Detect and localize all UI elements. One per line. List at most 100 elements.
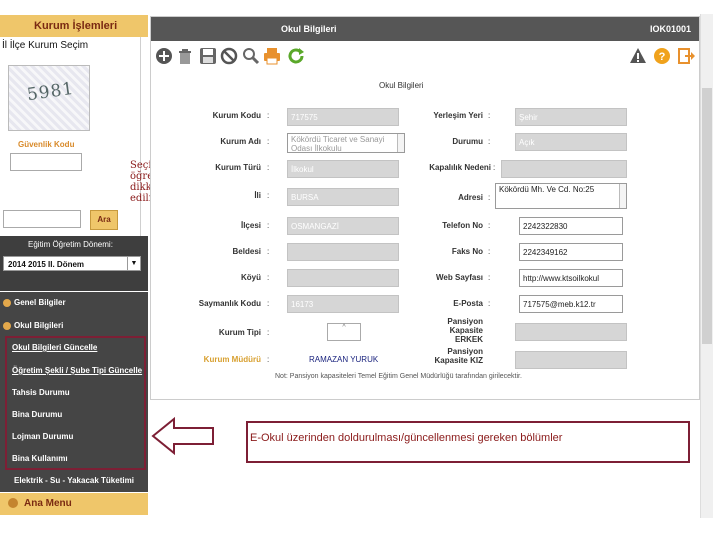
- menu-item-general-info[interactable]: Genel Bilgiler: [3, 298, 151, 307]
- label-beldesi: Beldesi: [232, 247, 261, 256]
- warning-icon[interactable]: [629, 47, 647, 65]
- menu-item-label: Okul Bilgileri: [14, 321, 64, 330]
- label-adresi: Adresi: [458, 193, 483, 202]
- page-scrollbar[interactable]: [700, 14, 713, 518]
- submenu-utility-consumption[interactable]: Elektrik - Su - Yakacak Tüketimi: [14, 476, 134, 485]
- colon: :: [267, 163, 270, 172]
- eokul-note-text: E-Okul üzerinden doldurulması/güncellenm…: [250, 432, 563, 444]
- menu-item-school-info[interactable]: Okul Bilgileri: [3, 321, 151, 330]
- colon: :: [488, 273, 491, 282]
- label-kurum-turu: Kurum Türü: [215, 163, 261, 172]
- colon: :: [488, 247, 491, 256]
- field-yerlesim-yeri[interactable]: Şehir: [515, 108, 627, 126]
- label-ili: İli: [254, 191, 261, 200]
- label-kurum-kodu: Kurum Kodu: [212, 111, 261, 120]
- label-kurum-muduru: Kurum Müdürü: [203, 355, 261, 364]
- svg-text:?: ?: [659, 51, 666, 63]
- field-kurum-muduru: RAMAZAN YURUK: [309, 355, 379, 364]
- label-pansiyon-erkek: Pansiyon Kapasite ERKEK: [447, 317, 483, 344]
- field-web-sayfasi[interactable]: http://www.ktsoilkokul: [519, 269, 623, 287]
- main-menu-button[interactable]: Ana Menu: [0, 493, 148, 515]
- field-adresi[interactable]: Kökördü Mh. Ve Cd. No:25: [495, 183, 627, 209]
- search-icon[interactable]: [242, 47, 260, 65]
- scope-title: İl İlçe Kurum Seçim: [2, 40, 89, 51]
- field-telefon-no[interactable]: 2242322830: [519, 217, 623, 235]
- bullet-icon: [8, 498, 18, 509]
- field-kurum-kodu[interactable]: 717575: [287, 108, 399, 126]
- security-code-input[interactable]: [10, 153, 82, 171]
- colon: :: [267, 328, 270, 337]
- arrow-left-outline-icon: [151, 416, 214, 456]
- colon: :: [493, 163, 496, 172]
- term-select[interactable]: 2014 2015 II. Dönem ▼: [3, 256, 141, 271]
- section-title: Okul Bilgileri: [379, 81, 424, 90]
- field-saymanlik-kodu[interactable]: 16173: [287, 295, 399, 313]
- label-kapalilik-nedeni: Kapalılık Nedeni: [429, 163, 491, 172]
- term-label: Eğitim Öğretim Dönemi:: [28, 240, 113, 249]
- eokul-note-box: E-Okul üzerinden doldurulması/güncellenm…: [246, 421, 690, 463]
- label-saymanlik-kodu: Saymanlık Kodu: [198, 299, 261, 308]
- save-icon[interactable]: [199, 47, 217, 65]
- colon: :: [267, 355, 270, 364]
- field-durumu[interactable]: Açık: [515, 133, 627, 151]
- kurum-tipi-select[interactable]: ^: [327, 323, 361, 341]
- main-menu-label: Ana Menu: [24, 498, 72, 509]
- field-faks-no[interactable]: 2242349162: [519, 243, 623, 261]
- label-yerlesim-yeri: Yerleşim Yeri: [433, 111, 483, 120]
- colon: :: [267, 221, 270, 230]
- label-pansiyon-kiz: Pansiyon Kapasite KIZ: [434, 347, 483, 365]
- bullet-icon: [3, 321, 11, 330]
- menu-item-label: Genel Bilgiler: [14, 298, 66, 307]
- chevron-down-icon: ▼: [127, 257, 140, 270]
- label-kurum-tipi: Kurum Tipi: [218, 328, 261, 337]
- scrollbar[interactable]: [397, 134, 404, 152]
- field-beldesi[interactable]: [287, 243, 399, 261]
- colon: :: [267, 299, 270, 308]
- label-faks-no: Faks No: [451, 247, 483, 256]
- toolbar: ?: [151, 41, 699, 71]
- label-web-sayfasi: Web Sayfası: [436, 273, 483, 282]
- trash-icon[interactable]: [176, 47, 194, 65]
- colon: :: [267, 111, 270, 120]
- field-adresi-value: Kökördü Mh. Ve Cd. No:25: [499, 185, 595, 194]
- field-ilcesi[interactable]: OSMANGAZİ: [287, 217, 399, 235]
- captcha-image: 5981: [8, 65, 90, 131]
- label-ilcesi: İlçesi: [240, 221, 261, 230]
- scrollbar[interactable]: [619, 184, 626, 208]
- cancel-icon[interactable]: [220, 47, 238, 65]
- screen-code: IOK01001: [649, 24, 691, 34]
- refresh-icon[interactable]: [287, 47, 305, 65]
- field-ili[interactable]: BURSA: [287, 188, 399, 206]
- colon: :: [488, 111, 491, 120]
- colon: :: [488, 221, 491, 230]
- field-koyu[interactable]: [287, 269, 399, 287]
- field-e-posta[interactable]: 717575@meb.k12.tr: [519, 295, 623, 313]
- field-kurum-turu[interactable]: İlkokul: [287, 160, 399, 178]
- colon: :: [488, 137, 491, 146]
- label-koyu: Köyü: [241, 273, 261, 282]
- colon: :: [267, 273, 270, 282]
- field-kapalilik-nedeni[interactable]: [501, 160, 627, 178]
- help-icon[interactable]: ?: [653, 47, 671, 65]
- page-title: Okul Bilgileri: [281, 24, 337, 34]
- main-panel: Okul Bilgileri IOK01001 ? Okul Bilgileri…: [150, 16, 700, 400]
- field-pansiyon-kiz[interactable]: [515, 351, 627, 369]
- colon: :: [267, 191, 270, 200]
- field-pansiyon-erkek[interactable]: [515, 323, 627, 341]
- scrollbar-thumb[interactable]: [702, 88, 712, 344]
- submenu-highlight-box: [5, 336, 146, 470]
- add-icon[interactable]: [155, 47, 173, 65]
- security-code-label: Güvenlik Kodu: [18, 140, 75, 149]
- field-kurum-adi-value: Kökördü Ticaret ve Sanayi Odası İlkokulu: [291, 135, 385, 153]
- search-input[interactable]: [3, 210, 81, 228]
- label-kurum-adi: Kurum Adı: [220, 137, 261, 146]
- sidebar-header: Kurum İşlemleri: [0, 15, 148, 37]
- term-panel: Eğitim Öğretim Dönemi: 2014 2015 II. Dön…: [0, 236, 148, 291]
- print-icon[interactable]: [263, 47, 281, 65]
- exit-icon[interactable]: [677, 47, 695, 65]
- term-select-value: 2014 2015 II. Dönem: [8, 260, 85, 269]
- bullet-icon: [3, 298, 11, 307]
- search-button[interactable]: Ara: [90, 210, 118, 230]
- field-kurum-adi[interactable]: Kökördü Ticaret ve Sanayi Odası İlkokulu: [287, 133, 405, 153]
- title-bar: Okul Bilgileri IOK01001: [151, 17, 699, 41]
